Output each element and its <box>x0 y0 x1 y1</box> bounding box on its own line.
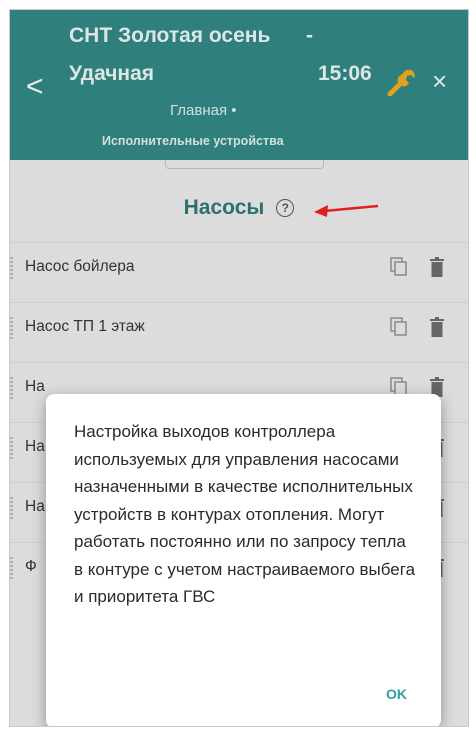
close-button[interactable]: × <box>432 68 447 94</box>
breadcrumb-sub[interactable]: Исполнительные устройства <box>102 134 284 148</box>
list-item-label: Ф <box>25 558 37 575</box>
section-heading: Насосы? <box>10 196 468 220</box>
clock-time: 15:06 <box>318 62 372 85</box>
drag-handle-icon[interactable] <box>10 377 13 399</box>
delete-icon[interactable] <box>430 317 444 337</box>
drag-handle-icon[interactable] <box>10 437 13 459</box>
dialog-text: Настройка выходов контроллера используем… <box>74 422 416 606</box>
list-item-label: На <box>25 498 45 515</box>
list-item-label: Насос ТП 1 этаж <box>25 318 145 335</box>
list-item-label: На <box>25 378 45 395</box>
app-header: < СНТ Золотая осень - Удачная 15:06 × Гл… <box>10 10 468 160</box>
section-title: Насосы <box>183 196 265 219</box>
app-window: < СНТ Золотая осень - Удачная 15:06 × Гл… <box>10 10 468 726</box>
drag-handle-icon[interactable] <box>10 257 13 279</box>
list-item-label: Насос бойлера <box>25 258 135 275</box>
copy-icon[interactable] <box>390 257 408 277</box>
delete-icon[interactable] <box>430 257 444 277</box>
help-icon[interactable]: ? <box>276 199 295 217</box>
copy-icon[interactable] <box>390 317 408 337</box>
list-item[interactable]: Насос ТП 1 этаж <box>10 302 468 353</box>
wrench-icon[interactable] <box>386 70 416 96</box>
red-arrow-annotation <box>314 204 379 217</box>
drag-handle-icon[interactable] <box>10 557 13 579</box>
drag-handle-icon[interactable] <box>10 497 13 519</box>
list-item-label: На <box>25 438 45 455</box>
drag-handle-icon[interactable] <box>10 317 13 339</box>
ok-button[interactable]: OK <box>386 686 407 702</box>
list-item[interactable]: Насос бойлера <box>10 242 468 293</box>
tab-outline <box>165 160 324 169</box>
breadcrumb-main[interactable]: Главная • <box>170 102 237 119</box>
title-line1: СНТ Золотая осень <box>69 24 271 47</box>
back-button[interactable]: < <box>26 72 44 102</box>
title-dash: - <box>306 24 313 47</box>
title-line2: Удачная <box>69 62 155 85</box>
info-dialog: Настройка выходов контроллера используем… <box>46 394 441 726</box>
